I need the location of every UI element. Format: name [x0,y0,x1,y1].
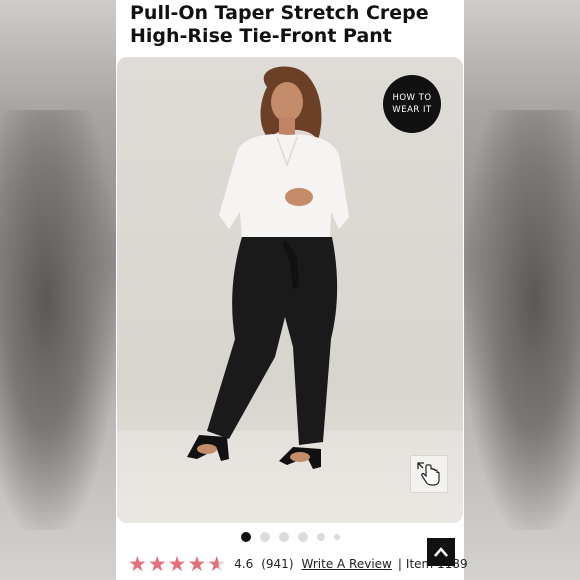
separator: | [397,557,402,571]
star-icon: ★ [187,551,207,576]
zoom-button[interactable] [410,455,448,493]
product-card: Pull-On Taper Stretch Crepe High-Rise Ti… [116,0,468,580]
product-title-line-1: Pull-On Taper Stretch Crepe [130,2,429,24]
carousel-dot-5[interactable] [316,533,325,541]
chevron-up-icon [434,547,448,557]
carousel-dot-6[interactable] [333,534,340,540]
review-count: (941) [261,557,294,571]
how-to-wear-button[interactable]: HOW TO WEAR IT [383,75,441,133]
carousel-dot-1[interactable] [240,532,251,542]
how-to-wear-line-1: HOW TO [392,93,432,103]
star-half-icon: ★ [207,551,227,576]
carousel-dot-4[interactable] [297,532,308,542]
hand-pointer-zoom-icon [417,462,440,486]
rating-row: ★ ★ ★ ★ ★ 4.6 (941) Write A Review | Ite… [128,552,468,576]
back-to-top-button[interactable] [427,538,455,566]
how-to-wear-line-2: WEAR IT [392,105,432,115]
carousel-dot-3[interactable] [278,532,289,542]
product-title-line-2: High-Rise Tie-Front Pant [130,25,392,47]
carousel-dot-2[interactable] [259,532,270,542]
star-rating: ★ ★ ★ ★ ★ [128,551,227,576]
rating-value: 4.6 [234,557,254,571]
star-icon: ★ [128,551,147,576]
star-icon: ★ [147,551,167,576]
star-icon: ★ [167,551,187,576]
product-title: Pull-On Taper Stretch Crepe High-Rise Ti… [130,2,460,48]
product-image[interactable]: HOW TO WEAR IT [117,57,463,523]
write-review-link[interactable]: Write A Review [302,557,392,571]
carousel-dots [116,530,464,544]
